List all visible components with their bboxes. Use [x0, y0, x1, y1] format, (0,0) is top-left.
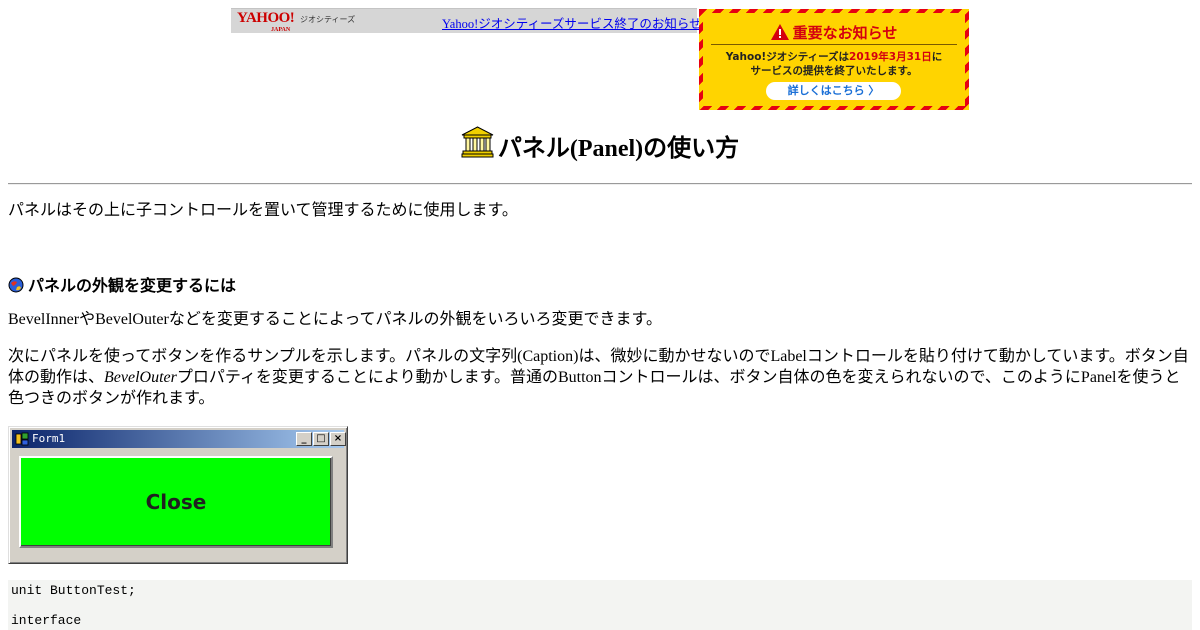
intro-paragraph: パネルはその上に子コントロールを置いて管理するために使用します。 — [8, 202, 518, 219]
globe-icon — [8, 277, 24, 293]
notice-line1-prefix: Yahoo!ジオシティーズは — [725, 51, 850, 63]
notice-heading-text: 重要なお知らせ — [792, 24, 898, 42]
app-icon — [15, 432, 29, 446]
yahoo-logo-sub: JAPAN — [271, 27, 291, 33]
sample-paragraph: 次にパネルを使ってボタンを作るサンプルを示します。パネルの文字列(Caption… — [8, 346, 1192, 409]
minimize-button[interactable]: _ — [296, 432, 312, 446]
notice-heading: 重要なお知らせ — [703, 22, 965, 43]
panel-caption: Close — [145, 490, 207, 514]
yahoo-logo[interactable]: YAHOO! JAPAN — [237, 11, 295, 34]
green-panel-button[interactable]: Close — [19, 456, 333, 548]
notice-divider — [711, 44, 957, 45]
form1-window: Form1 _ □ × Close — [8, 426, 348, 564]
notice-line2: サービスの提供を終了いたします。 — [750, 65, 918, 77]
code-listing: unit ButtonTest; interface — [8, 580, 1192, 630]
bevelouter-emphasis: BevelOuter — [104, 369, 177, 386]
section-heading: パネルの外観を変更するには — [8, 272, 236, 296]
close-window-button[interactable]: × — [330, 432, 346, 446]
service-end-notice-link[interactable]: Yahoo!ジオシティーズサービス終了のお知らせ — [442, 13, 702, 32]
notice-end-date: 2019年3月31日 — [849, 51, 932, 63]
code-line: unit ButtonTest; — [11, 583, 136, 598]
geocities-label: ジオシティーズ — [300, 15, 356, 24]
window-titlebar[interactable]: Form1 _ □ × — [12, 430, 346, 448]
notice-line1-suffix: に — [931, 51, 943, 63]
horizontal-rule — [8, 183, 1192, 185]
maximize-button[interactable]: □ — [313, 432, 329, 446]
window-title: Form1 — [32, 432, 66, 445]
important-notice-banner[interactable]: 重要なお知らせ Yahoo!ジオシティーズは2019年3月31日に サービスの提… — [699, 9, 969, 110]
warning-icon — [770, 24, 789, 40]
section-heading-text: パネルの外観を変更するには — [28, 278, 237, 295]
yahoo-header-bar: YAHOO! JAPAN ジオシティーズ Yahoo!ジオシティーズサービス終了… — [231, 8, 702, 34]
temple-icon — [461, 126, 494, 158]
page-title-text: パネル(Panel)の使い方 — [497, 136, 740, 162]
notice-banner-inner: 重要なお知らせ Yahoo!ジオシティーズは2019年3月31日に サービスの提… — [703, 13, 965, 106]
code-line: interface — [11, 613, 82, 628]
details-button[interactable]: 詳しくはこちら 〉 — [766, 82, 901, 100]
bevel-paragraph: BevelInnerやBevelOuterなどを変更することによってパネルの外観… — [8, 311, 662, 328]
notice-body: Yahoo!ジオシティーズは2019年3月31日に サービスの提供を終了いたしま… — [703, 50, 965, 78]
sample-text-part2: プロパティを変更することにより動かします。普通のButtonコントロールは、ボタ… — [8, 369, 1181, 407]
page-title: パネル(Panel)の使い方 — [0, 126, 1200, 163]
